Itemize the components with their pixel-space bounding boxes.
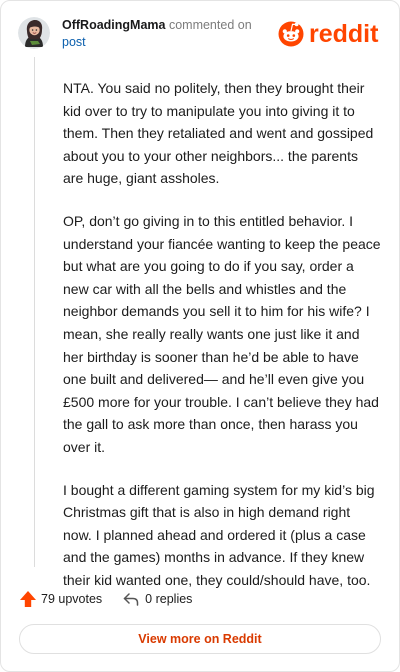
view-more-button[interactable]: View more on Reddit <box>19 624 381 654</box>
reply-count: 0 replies <box>145 592 193 606</box>
comment-card: OffRoadingMama commented on post reddit … <box>0 0 400 672</box>
commented-on-label: commented on <box>165 18 252 32</box>
reply-arrow-icon <box>123 593 139 606</box>
avatar[interactable] <box>18 17 50 49</box>
comment-actions: 79 upvotes 0 replies <box>18 589 192 609</box>
comment-body: NTA. You said no politely, then they bro… <box>63 77 381 611</box>
comment-paragraph: NTA. You said no politely, then they bro… <box>63 80 374 187</box>
thread-line <box>34 57 35 567</box>
user-avatar-icon <box>18 17 50 49</box>
reply-button[interactable]: 0 replies <box>122 590 192 608</box>
reddit-wordmark: reddit <box>309 20 379 48</box>
username-link[interactable]: OffRoadingMama <box>62 18 165 32</box>
comment-paragraph: I bought a different gaming system for m… <box>63 481 375 588</box>
reddit-snoo-icon <box>278 21 304 47</box>
upvote-button[interactable]: 79 upvotes <box>18 589 102 609</box>
upvote-arrow-icon <box>20 591 36 607</box>
post-link[interactable]: post <box>62 35 86 49</box>
upvote-count: 79 upvotes <box>41 592 103 606</box>
reddit-logo[interactable]: reddit <box>278 18 386 48</box>
comment-header: OffRoadingMama commented on post <box>62 17 272 51</box>
comment-paragraph: OP, don’t go giving in to this entitled … <box>63 212 381 455</box>
